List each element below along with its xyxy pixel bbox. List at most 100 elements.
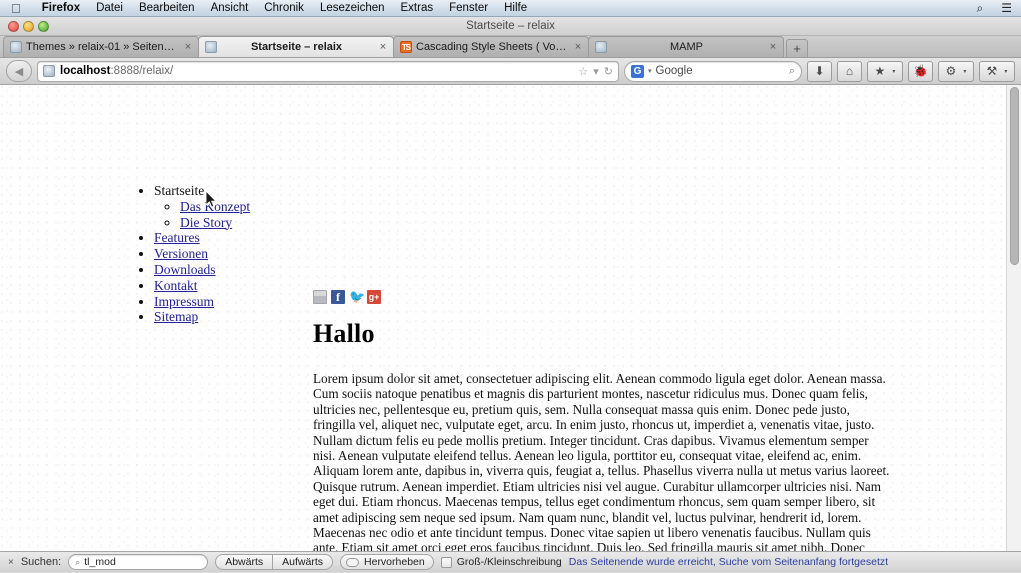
nav-link[interactable]: Impressum — [154, 294, 214, 309]
new-tab-button[interactable]: + — [786, 39, 808, 57]
web-developer-button[interactable]: ⚒ ▾ — [979, 60, 1015, 82]
menu-lesezeichen[interactable]: Lesezeichen — [312, 0, 393, 17]
close-icon[interactable]: × — [572, 42, 584, 53]
chevron-down-icon[interactable]: ▾ — [648, 67, 652, 75]
find-bar: × Suchen: ⌕ tl_mod Abwärts Aufwärts Herv… — [0, 551, 1021, 572]
google-logo-icon: G — [631, 64, 644, 78]
settings-gear-button[interactable]: ⚙ ▾ — [938, 60, 974, 82]
apple-logo-icon[interactable]:  — [11, 2, 21, 15]
url-path: :8888/relaix/ — [110, 65, 174, 77]
search-bar[interactable]: G ▾ Google ⌕ — [624, 60, 802, 82]
google-plus-icon[interactable]: g+ — [367, 290, 381, 304]
tab-label: MAMP — [670, 41, 703, 53]
notification-center-icon[interactable]: ☰ — [992, 1, 1021, 15]
chevron-down-icon[interactable]: ▾ — [593, 65, 599, 78]
find-input[interactable]: ⌕ tl_mod — [68, 554, 209, 570]
close-icon[interactable]: × — [767, 42, 779, 53]
close-window-button[interactable] — [8, 21, 19, 32]
scrollbar-thumb[interactable] — [1010, 87, 1019, 265]
nav-link[interactable]: Versionen — [154, 246, 208, 261]
highlight-all-toggle[interactable]: Hervorheben — [340, 554, 434, 570]
tab-cascading-style-sheets[interactable]: TS Cascading Style Sheets ( Vollref… × — [393, 36, 589, 57]
bookmarks-button[interactable]: ★ ▾ — [867, 60, 903, 82]
nav-item-die-story[interactable]: Die Story — [180, 215, 250, 231]
find-next-button[interactable]: Aufwärts — [272, 554, 334, 570]
globe-favicon-icon — [205, 41, 217, 53]
home-button[interactable]: ⌂ — [837, 60, 862, 82]
address-bar[interactable]: localhost:8888/relaix/ ☆ ▾ ↻ — [37, 60, 619, 82]
nav-link[interactable]: Features — [154, 230, 200, 245]
back-button[interactable]: ◀ — [6, 60, 32, 82]
firebug-bug-icon: 🐞 — [913, 64, 928, 78]
downloads-button[interactable]: ⬇ — [807, 60, 832, 82]
close-icon[interactable]: × — [377, 42, 389, 53]
tab-strip: Themes » relaix-01 » Seitenlay… × Starts… — [0, 36, 1021, 58]
window-traffic-lights — [8, 21, 49, 32]
nav-link[interactable]: Kontakt — [154, 278, 198, 293]
nav-link[interactable]: Sitemap — [154, 309, 198, 324]
nav-item-downloads[interactable]: Downloads — [154, 262, 250, 278]
nav-item-impressum[interactable]: Impressum — [154, 294, 250, 310]
menu-extras[interactable]: Extras — [393, 0, 442, 17]
social-share-row: f 🐦 g+ — [313, 290, 381, 304]
checkbox-icon[interactable] — [440, 556, 452, 568]
menu-ansicht[interactable]: Ansicht — [203, 0, 257, 17]
minimize-window-button[interactable] — [23, 21, 34, 32]
match-case-label: Groß-/Kleinschreibung — [456, 556, 562, 568]
firebug-button[interactable]: 🐞 — [908, 60, 933, 82]
menu-fenster[interactable]: Fenster — [441, 0, 496, 17]
search-input[interactable]: Google — [656, 65, 789, 77]
nav-item-versionen[interactable]: Versionen — [154, 246, 250, 262]
chevron-down-icon[interactable]: ▾ — [1004, 68, 1007, 75]
print-icon[interactable] — [313, 290, 327, 304]
nav-link[interactable]: Die Story — [180, 215, 232, 230]
nav-item-sitemap[interactable]: Sitemap — [154, 309, 250, 325]
window-titlebar: Startseite – relaix — [0, 17, 1021, 36]
navigation-toolbar: ◀ localhost:8888/relaix/ ☆ ▾ ↻ G ▾ Googl… — [0, 58, 1021, 85]
close-icon[interactable]: × — [182, 42, 194, 53]
home-icon: ⌂ — [845, 64, 854, 78]
menu-chronik[interactable]: Chronik — [256, 0, 312, 17]
nav-link[interactable]: Downloads — [154, 262, 216, 277]
vertical-scrollbar[interactable] — [1006, 85, 1021, 551]
menu-firefox[interactable]: Firefox — [34, 0, 88, 17]
mouse-cursor — [206, 191, 218, 208]
wrench-icon: ⚒ — [986, 64, 998, 78]
page-viewport: Startseite Das Konzept Die Story Feature… — [0, 85, 1021, 551]
search-icon[interactable]: ⌕ — [789, 65, 795, 78]
window-title: Startseite – relaix — [466, 20, 555, 32]
match-case-checkbox[interactable]: Groß-/Kleinschreibung — [440, 556, 562, 568]
highlight-label: Hervorheben — [364, 556, 425, 568]
menu-hilfe[interactable]: Hilfe — [496, 0, 535, 17]
nav-list: Startseite Das Konzept Die Story Feature… — [140, 183, 250, 325]
site-navigation: Startseite Das Konzept Die Story Feature… — [140, 183, 250, 325]
chevron-down-icon[interactable]: ▾ — [963, 68, 966, 75]
star-bookmark-icon: ★ — [874, 64, 886, 78]
tab-startseite-relaix[interactable]: Startseite – relaix × — [198, 36, 394, 57]
macos-menubar:  Firefox Datei Bearbeiten Ansicht Chron… — [0, 0, 1021, 17]
tab-label: Cascading Style Sheets ( Vollref… — [416, 41, 567, 53]
tab-mamp[interactable]: MAMP × — [588, 36, 784, 57]
spotlight-search-icon[interactable]: ⌕ — [968, 1, 993, 16]
close-find-bar-icon[interactable]: × — [8, 557, 14, 568]
twitter-icon[interactable]: 🐦 — [349, 290, 365, 304]
nav-item-kontakt[interactable]: Kontakt — [154, 278, 250, 294]
zoom-window-button[interactable] — [38, 21, 49, 32]
url-host: localhost — [60, 65, 111, 77]
download-arrow-icon: ⬇ — [814, 64, 825, 78]
find-previous-button[interactable]: Abwärts — [215, 554, 273, 570]
menu-datei[interactable]: Datei — [88, 0, 131, 17]
address-bar-text: localhost:8888/relaix/ — [60, 65, 573, 77]
nav-item-startseite[interactable]: Startseite Das Konzept Die Story — [154, 183, 250, 230]
menu-bearbeiten[interactable]: Bearbeiten — [131, 0, 203, 17]
globe-favicon-icon — [595, 41, 607, 53]
bookmark-star-icon[interactable]: ☆ — [578, 65, 588, 78]
reload-icon[interactable]: ↻ — [604, 65, 613, 78]
page-title: Hallo — [313, 319, 375, 348]
chevron-down-icon[interactable]: ▾ — [892, 68, 895, 75]
find-direction-buttons: Abwärts Aufwärts — [215, 554, 334, 570]
toggle-pill-icon — [346, 557, 360, 567]
nav-item-features[interactable]: Features — [154, 230, 250, 246]
tab-themes-relaix[interactable]: Themes » relaix-01 » Seitenlay… × — [3, 36, 199, 57]
facebook-icon[interactable]: f — [331, 290, 345, 304]
